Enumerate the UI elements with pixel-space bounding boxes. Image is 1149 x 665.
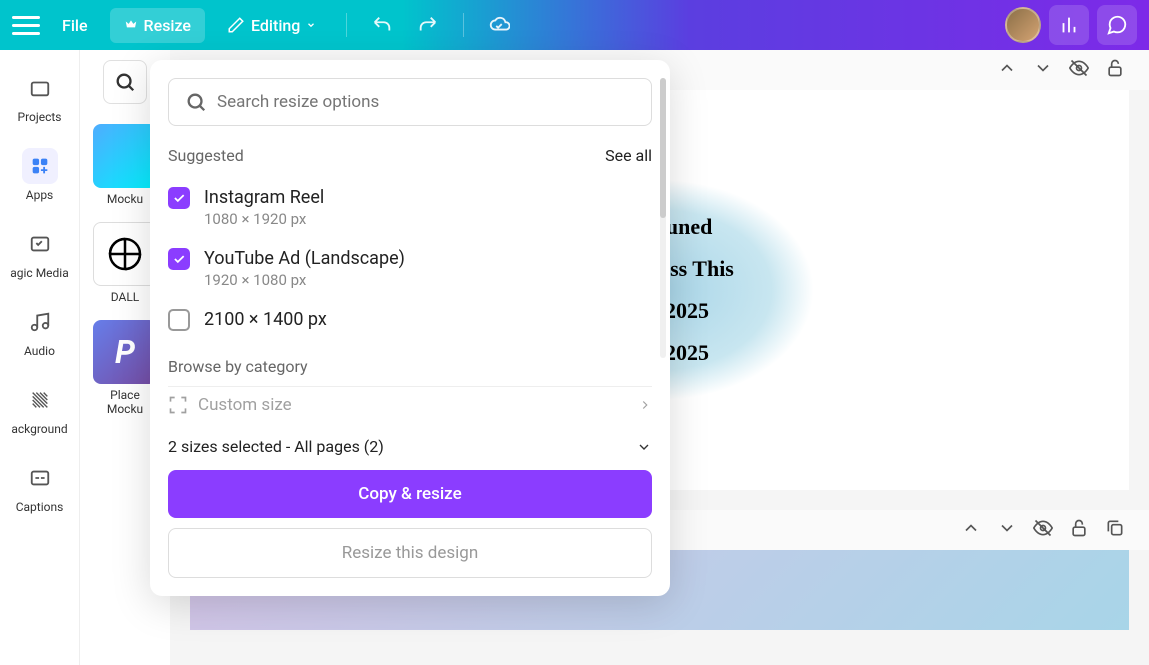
chevron-down-icon	[636, 439, 652, 455]
checkbox-unchecked-icon[interactable]	[168, 309, 190, 331]
analytics-button[interactable]	[1049, 5, 1089, 45]
sizes-selected-row[interactable]: 2 sizes selected - All pages (2)	[168, 423, 652, 470]
resize-option-custom-dim[interactable]: 2100 × 1400 px	[168, 299, 652, 341]
crown-icon	[124, 18, 138, 32]
app-tile-dalle[interactable]: DALL	[93, 222, 157, 304]
search-resize-input[interactable]	[217, 92, 635, 112]
lock-icon[interactable]	[1105, 58, 1129, 82]
music-icon	[29, 311, 51, 333]
resize-arrows-icon	[168, 395, 188, 415]
resize-option-youtube-ad[interactable]: YouTube Ad (Landscape) 1920 × 1080 px	[168, 238, 652, 299]
eye-off-icon[interactable]	[1069, 58, 1093, 82]
undo-icon[interactable]	[371, 14, 393, 36]
editing-button[interactable]: Editing	[213, 8, 330, 43]
topbar: File Resize Editing	[0, 0, 1149, 50]
resize-popover: Suggested See all Instagram Reel 1080 × …	[150, 60, 670, 596]
sidebar-item-background[interactable]: ackground	[0, 370, 79, 448]
sidebar-item-captions[interactable]: Captions	[0, 448, 79, 526]
app-tile-mockup[interactable]: Mocku	[93, 124, 157, 206]
file-button[interactable]: File	[48, 8, 102, 43]
avatar[interactable]	[1005, 7, 1041, 43]
sidebar: Projects Apps agic Media Audio ackground…	[0, 50, 80, 665]
chat-icon	[1106, 14, 1128, 36]
sidebar-item-audio[interactable]: Audio	[0, 292, 79, 370]
redo-icon[interactable]	[417, 14, 439, 36]
openai-icon	[105, 234, 145, 274]
chevron-down-icon	[306, 20, 316, 30]
collapse-up-icon[interactable]	[997, 58, 1021, 82]
lock-open-icon[interactable]	[1069, 518, 1093, 542]
resize-design-button[interactable]: Resize this design	[168, 528, 652, 578]
chart-icon	[1058, 14, 1080, 36]
expand-down-icon[interactable]	[1033, 58, 1057, 82]
search-icon	[114, 71, 136, 93]
collapse-up-icon[interactable]	[961, 518, 985, 542]
sidebar-item-magic-media[interactable]: agic Media	[0, 214, 79, 292]
checkbox-checked-icon[interactable]	[168, 187, 190, 209]
folder-icon	[29, 77, 51, 99]
search-icon	[185, 91, 207, 113]
background-icon	[29, 389, 51, 411]
browse-category-label: Browse by category	[168, 357, 652, 376]
scrollbar[interactable]	[660, 78, 666, 358]
pencil-icon	[227, 16, 245, 34]
resize-option-instagram-reel[interactable]: Instagram Reel 1080 × 1920 px	[168, 177, 652, 238]
see-all-link[interactable]: See all	[605, 146, 652, 165]
expand-down-icon[interactable]	[997, 518, 1021, 542]
search-resize-container[interactable]	[168, 78, 652, 126]
sidebar-item-projects[interactable]: Projects	[0, 58, 79, 136]
search-apps-button[interactable]	[103, 60, 147, 104]
menu-icon[interactable]	[12, 11, 40, 39]
custom-size-row[interactable]: Custom size	[168, 386, 652, 423]
checkbox-checked-icon[interactable]	[168, 248, 190, 270]
chevron-right-icon	[638, 398, 652, 412]
apps-icon	[29, 155, 51, 177]
duplicate-icon[interactable]	[1105, 518, 1129, 542]
eye-off-icon[interactable]	[1033, 518, 1057, 542]
sparkle-icon	[29, 233, 51, 255]
comment-button[interactable]	[1097, 5, 1137, 45]
sidebar-item-apps[interactable]: Apps	[0, 136, 79, 214]
resize-button[interactable]: Resize	[110, 8, 205, 43]
captions-icon	[29, 467, 51, 489]
cloud-check-icon[interactable]	[488, 14, 510, 36]
suggested-label: Suggested	[168, 146, 244, 165]
app-tile-place[interactable]: P Place Mocku	[93, 320, 157, 416]
copy-resize-button[interactable]: Copy & resize	[168, 470, 652, 518]
